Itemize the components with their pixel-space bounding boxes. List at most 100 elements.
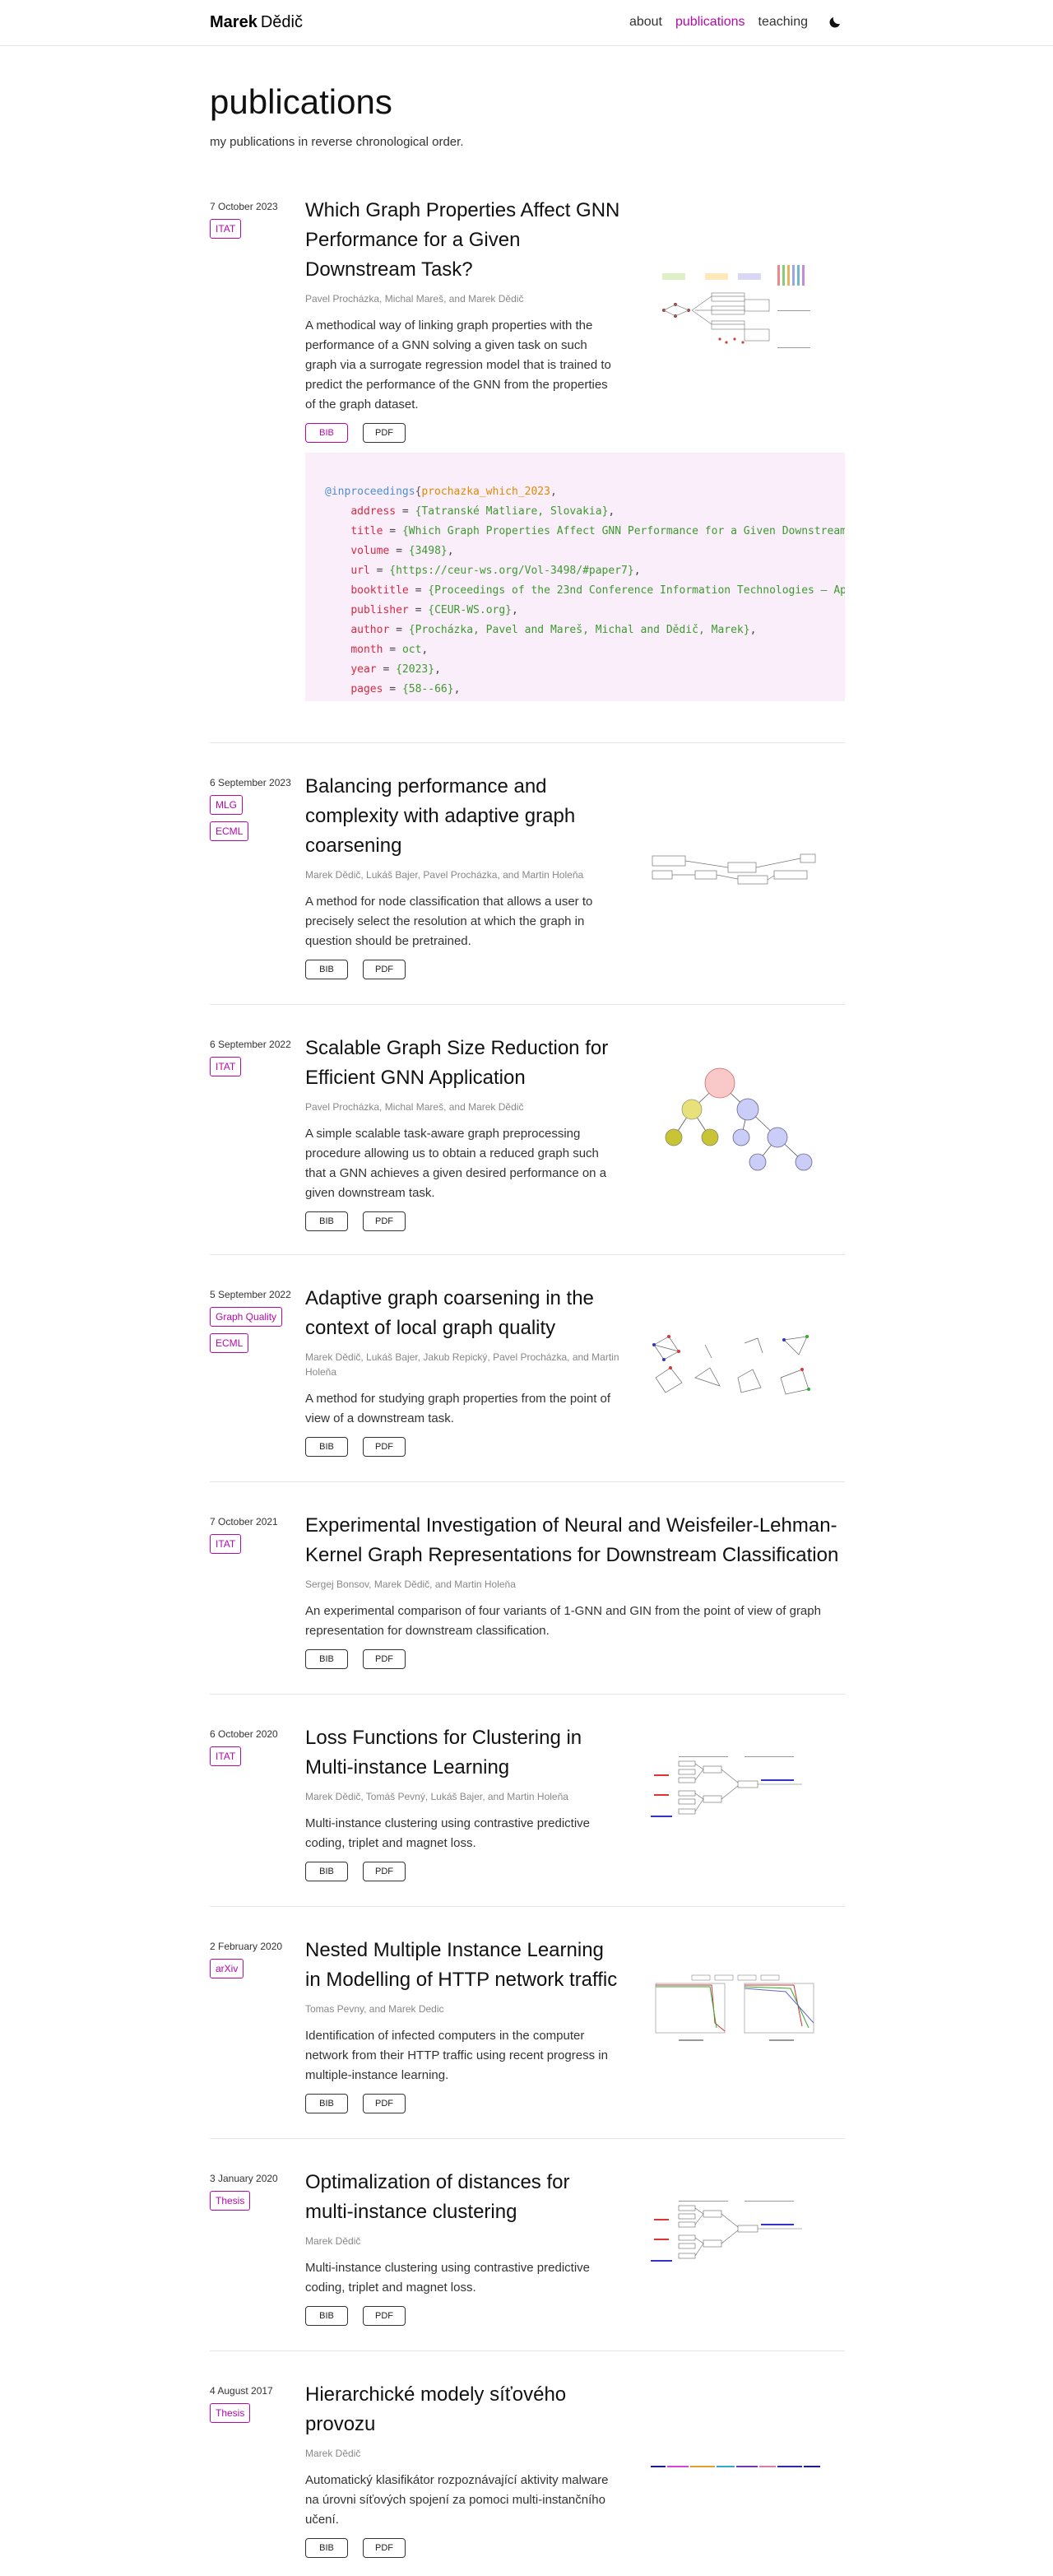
- publication-content: Optimalization of distances for multi-in…: [305, 2168, 621, 2326]
- divider: [210, 1906, 845, 1907]
- venue-badge[interactable]: ITAT: [210, 1057, 242, 1076]
- publication-abstract: Multi-instance clustering using contrast…: [305, 2261, 590, 2295]
- bibtex-field-value: {Procházka, Pavel and Mareš, Michal and …: [408, 624, 750, 636]
- bibtex-field-name: volume: [350, 545, 390, 557]
- publication-buttons: BIB PDF: [305, 1862, 621, 1881]
- venue-badge[interactable]: ITAT: [210, 1534, 242, 1554]
- pdf-button[interactable]: PDF: [363, 1862, 406, 1881]
- bib-button[interactable]: BIB: [305, 1437, 348, 1457]
- publication-date: 7 October 2021: [210, 1516, 278, 1527]
- venue-badge[interactable]: Thesis: [210, 2403, 251, 2423]
- bibtex-field-value: {Proceedings of the 23nd Conference Info…: [428, 584, 845, 597]
- venue-badge[interactable]: arXiv: [210, 1959, 244, 1978]
- publication-content: Nested Multiple Instance Learning in Mod…: [305, 1936, 621, 2113]
- bib-button[interactable]: BIB: [305, 1649, 348, 1669]
- bib-button[interactable]: BIB: [305, 1211, 348, 1231]
- bib-button[interactable]: BIB: [305, 2306, 348, 2326]
- bibtex-key: prochazka_which_2023: [421, 486, 550, 498]
- publication-content: Which Graph Properties Affect GNN Perfor…: [305, 196, 621, 443]
- bibtex-field-name: author: [350, 624, 390, 636]
- publication-item: 6 October 2020 ITAT Loss Functions for C…: [210, 1723, 845, 1904]
- publication-abstract: A methodical way of linking graph proper…: [305, 319, 611, 412]
- pdf-button[interactable]: PDF: [363, 2538, 406, 2558]
- publication-abstract: A method for studying graph properties f…: [305, 1392, 611, 1425]
- publication-date: 2 February 2020: [210, 1941, 283, 1952]
- publication-item: 4 August 2017 Thesis Hierarchické modely…: [210, 2380, 845, 2569]
- bib-button[interactable]: BIB: [305, 2094, 348, 2113]
- nav-links: about publications teaching: [629, 15, 842, 30]
- publication-date: 5 September 2022: [210, 1289, 291, 1300]
- publication-item: 2 February 2020 arXiv Nested Multiple In…: [210, 1936, 845, 2133]
- venue-badge[interactable]: Thesis: [210, 2191, 251, 2211]
- bibtex-field-name: url: [350, 565, 370, 577]
- bibtex-field-name: title: [350, 525, 383, 537]
- publication-date: 4 August 2017: [210, 2385, 273, 2397]
- badges: MLG ECML: [210, 795, 249, 841]
- nav-link-about[interactable]: about: [629, 15, 662, 30]
- publication-title: Experimental Investigation of Neural and…: [305, 1514, 839, 1566]
- pdf-button[interactable]: PDF: [363, 960, 406, 979]
- bibtex-field-name: booktitle: [350, 584, 409, 597]
- publication-date: 7 October 2023: [210, 201, 278, 212]
- venue-badge[interactable]: ITAT: [210, 219, 242, 239]
- publication-thumbnail: [652, 1335, 810, 1395]
- divider: [210, 1694, 845, 1695]
- publication-authors: Marek Dědič: [305, 2448, 361, 2459]
- publication-abstract: Identification of infected computers in …: [305, 2029, 608, 2082]
- publication-date: 6 September 2023: [210, 777, 291, 788]
- nav-link-teaching[interactable]: teaching: [758, 15, 809, 30]
- badges: Thesis: [210, 2403, 251, 2423]
- bib-button[interactable]: BIB: [305, 2538, 348, 2558]
- badges: ITAT: [210, 219, 242, 239]
- pdf-button[interactable]: PDF: [363, 2306, 406, 2326]
- pdf-button[interactable]: PDF: [363, 1437, 406, 1457]
- badges: Graph Quality ECML: [210, 1307, 283, 1353]
- bibtex-field-name: address: [350, 505, 397, 518]
- publication-item: 3 January 2020 Thesis Optimalization of …: [210, 2168, 845, 2349]
- bibtex-entry-type: @inproceedings: [325, 486, 415, 498]
- venue-badge[interactable]: ECML: [210, 1333, 249, 1353]
- pdf-button[interactable]: PDF: [363, 2094, 406, 2113]
- publication-thumbnail: [651, 2466, 820, 2467]
- publication-content: Balancing performance and complexity wit…: [305, 772, 621, 979]
- publication-authors: Sergej Bonsov, Marek Dědič, and Martin H…: [305, 1579, 516, 1590]
- badges: ITAT: [210, 1057, 242, 1076]
- publication-buttons: BIB PDF: [305, 1649, 845, 1669]
- bibtex-field-value: {58--66}: [401, 683, 454, 695]
- pdf-button[interactable]: PDF: [363, 1649, 406, 1669]
- badges: Thesis: [210, 2191, 251, 2211]
- publication-date: 6 September 2022: [210, 1039, 291, 1050]
- nav-link-publications[interactable]: publications: [675, 15, 745, 30]
- moon-icon[interactable]: [828, 15, 842, 30]
- publication-abstract: Automatický klasifikátor rozpoznávající …: [305, 2473, 609, 2527]
- venue-badge[interactable]: MLG: [210, 795, 244, 815]
- publication-item: 6 September 2023 MLG ECML Balancing perf…: [210, 772, 845, 994]
- pdf-button[interactable]: PDF: [363, 1211, 406, 1231]
- publication-date: 6 October 2020: [210, 1728, 278, 1740]
- badges: ITAT: [210, 1534, 242, 1554]
- publication-authors: Marek Dědič, Tomáš Pevný, Lukáš Bajer, a…: [305, 1791, 568, 1802]
- bib-button[interactable]: BIB: [305, 960, 348, 979]
- bibtex-field-name: year: [350, 663, 377, 676]
- publication-thumbnail: [652, 853, 816, 885]
- publication-buttons: BIB PDF: [305, 423, 621, 443]
- venue-badge[interactable]: ECML: [210, 821, 249, 841]
- publication-authors: Pavel Procházka, Michal Mareš, and Marek…: [305, 1101, 524, 1113]
- venue-badge[interactable]: Graph Quality: [210, 1307, 283, 1327]
- bibtex-field-value: {Tatranské Matliare, Slovakia}: [415, 505, 609, 518]
- badges: ITAT: [210, 1746, 242, 1766]
- bib-button[interactable]: BIB: [305, 423, 348, 443]
- divider: [210, 2138, 845, 2139]
- pdf-button[interactable]: PDF: [363, 423, 406, 443]
- divider: [210, 1254, 845, 1255]
- bibtex-field-value: {Which Graph Properties Affect GNN Perfo…: [401, 525, 845, 537]
- publication-content: Hierarchické modely síťového provozu Mar…: [305, 2380, 621, 2558]
- venue-badge[interactable]: ITAT: [210, 1746, 242, 1766]
- publication-abstract: An experimental comparison of four varia…: [305, 1604, 821, 1638]
- publication-title: Optimalization of distances for multi-in…: [305, 2171, 570, 2223]
- divider: [210, 1481, 845, 1482]
- site-brand[interactable]: Marek Dědič: [210, 13, 303, 32]
- bibtex-field-value: {2023}: [396, 663, 435, 676]
- publication-thumbnail: [651, 1756, 802, 1817]
- bib-button[interactable]: BIB: [305, 1862, 348, 1881]
